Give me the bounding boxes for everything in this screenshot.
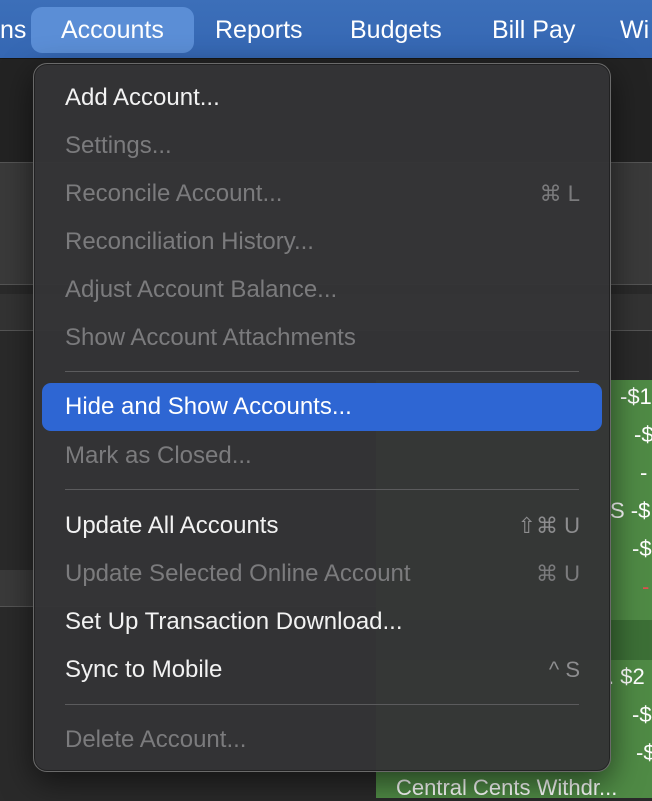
register-amount: -$ (634, 422, 652, 447)
menu-item-label: Sync to Mobile (65, 656, 223, 683)
menu-item-label: Settings... (65, 132, 172, 159)
keyboard-shortcut: ⌘ U (536, 561, 580, 586)
menu-item-label: Reconcile Account... (65, 180, 283, 207)
menu-bar: ns Accounts Reports Budgets Bill Pay Wi (0, 0, 652, 58)
menu-item-mark-as-closed[interactable]: Mark as Closed... (42, 432, 602, 480)
keyboard-shortcut: ⇧⌘ U (517, 513, 580, 538)
menu-bar-item-window[interactable]: Wi (620, 7, 649, 53)
menu-item-settings[interactable]: Settings... (42, 122, 602, 170)
menu-item-hide-and-show-accounts[interactable]: Hide and Show Accounts... (42, 383, 602, 431)
menu-item-label: Hide and Show Accounts... (65, 393, 352, 420)
menu-item-label: Mark as Closed... (65, 442, 252, 469)
menu-item-reconciliation-history[interactable]: Reconciliation History... (42, 218, 602, 266)
menu-item-label: Adjust Account Balance... (65, 276, 338, 303)
menu-separator (65, 704, 579, 705)
accounts-menu: Add Account... Settings... Reconcile Acc… (33, 63, 611, 772)
menu-bar-item-reports[interactable]: Reports (215, 7, 303, 53)
menu-item-reconcile-account[interactable]: Reconcile Account... ⌘ L (42, 170, 602, 218)
menu-item-adjust-account-balance[interactable]: Adjust Account Balance... (42, 266, 602, 314)
menu-bar-item-budgets[interactable]: Budgets (350, 7, 442, 53)
menu-item-set-up-transaction-download[interactable]: Set Up Transaction Download... (42, 598, 602, 646)
register-amount: -$ (632, 702, 652, 727)
menu-item-update-selected-online-account[interactable]: Update Selected Online Account ⌘ U (42, 550, 602, 598)
menu-separator (65, 371, 579, 372)
menu-bar-item-bill-pay[interactable]: Bill Pay (492, 7, 575, 53)
register-amount: -$1 (620, 384, 652, 409)
register-amount: - (640, 460, 648, 485)
menu-item-label: Set Up Transaction Download... (65, 608, 403, 635)
register-amount: . $2 (608, 664, 645, 689)
menu-item-label: Update Selected Online Account (65, 560, 411, 587)
menu-bar-item-transactions[interactable]: ns (0, 7, 26, 53)
menu-item-label: Delete Account... (65, 726, 247, 753)
menu-item-label: Show Account Attachments (65, 324, 356, 351)
keyboard-shortcut: ^ S (548, 657, 580, 682)
menu-item-update-all-accounts[interactable]: Update All Accounts ⇧⌘ U (42, 502, 602, 550)
register-payee: Central Cents Withdr... (396, 775, 618, 800)
menu-item-label: Reconciliation History... (65, 228, 314, 255)
menu-separator (65, 489, 579, 490)
register-amount: -$ (636, 740, 652, 765)
menu-item-delete-account[interactable]: Delete Account... (42, 716, 602, 764)
register-amount: S -$ (610, 498, 651, 523)
menu-bar-item-accounts[interactable]: Accounts (31, 7, 194, 53)
menu-item-sync-to-mobile[interactable]: Sync to Mobile ^ S (42, 646, 602, 694)
keyboard-shortcut: ⌘ L (539, 181, 580, 206)
menu-item-add-account[interactable]: Add Account... (42, 74, 602, 122)
menu-item-label: Add Account... (65, 84, 220, 111)
menu-item-label: Update All Accounts (65, 512, 279, 539)
menu-item-show-account-attachments[interactable]: Show Account Attachments (42, 314, 602, 362)
register-amount-negative: - (642, 574, 650, 599)
register-amount: -$ (632, 536, 652, 561)
